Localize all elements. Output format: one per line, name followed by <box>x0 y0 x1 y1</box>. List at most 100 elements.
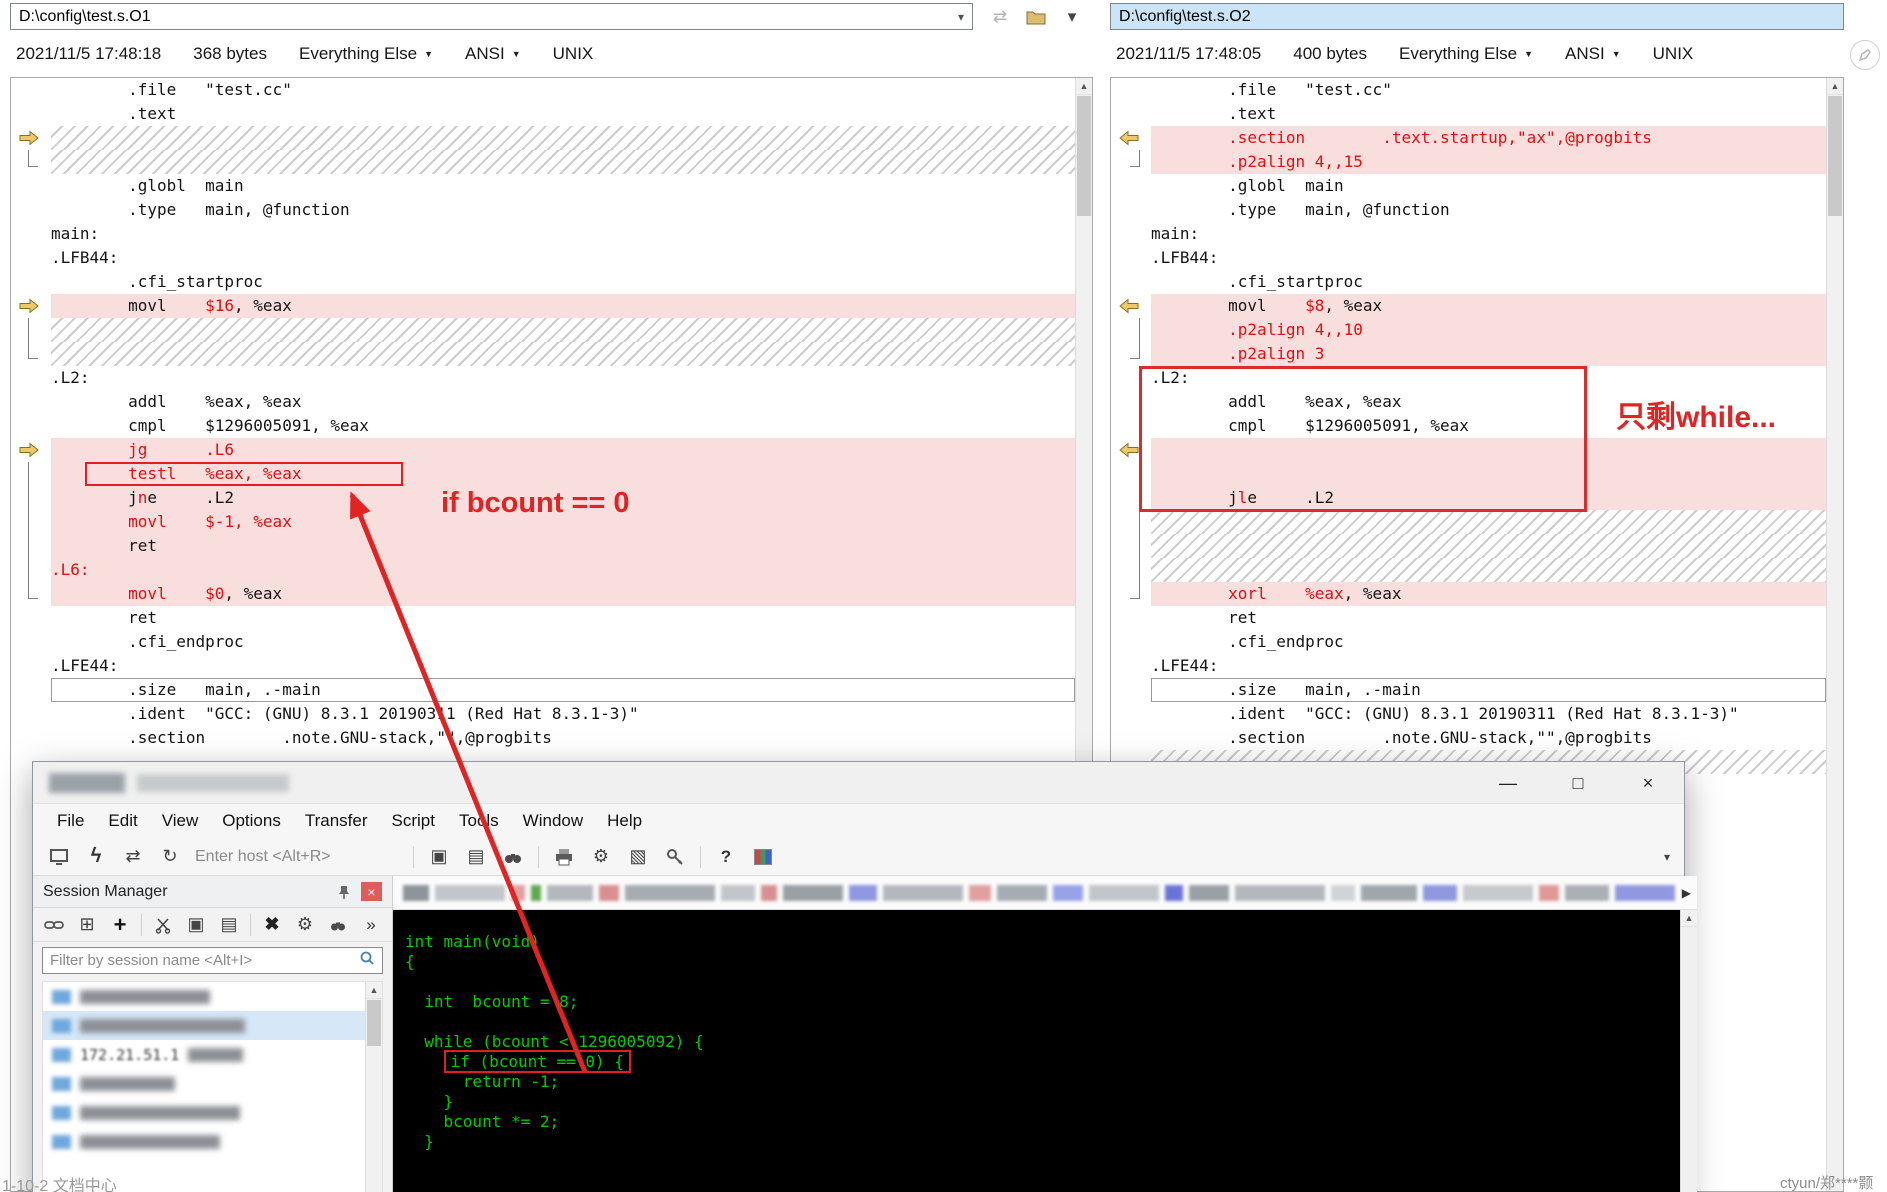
code-line[interactable]: movl $8, %eax <box>1111 294 1826 318</box>
code-line[interactable]: .type main, @function <box>11 198 1075 222</box>
code-line[interactable]: testl %eax, %eax <box>11 462 1075 486</box>
floating-widget-icon[interactable] <box>1850 40 1880 70</box>
code-line[interactable]: movl $0, %eax <box>11 582 1075 606</box>
code-line[interactable]: .text <box>1111 102 1826 126</box>
print-icon[interactable] <box>552 845 576 869</box>
menu-item-script[interactable]: Script <box>380 811 447 831</box>
cut-icon[interactable] <box>151 913 175 937</box>
blurred-terminal-tab[interactable] <box>547 884 593 901</box>
blurred-terminal-tab[interactable] <box>1189 884 1229 901</box>
code-line[interactable] <box>1111 558 1826 582</box>
blurred-terminal-tab[interactable] <box>1053 884 1083 901</box>
blurred-terminal-tab[interactable] <box>511 884 525 901</box>
blurred-terminal-tab[interactable] <box>1565 884 1609 901</box>
blurred-terminal-tab[interactable] <box>1615 884 1675 901</box>
scroll-up-icon[interactable]: ▲ <box>366 982 382 999</box>
code-line[interactable]: .section .text.startup,"ax",@progbits <box>1111 126 1826 150</box>
session-list-item[interactable] <box>43 982 365 1011</box>
toolbar-overflow-icon[interactable]: ▾ <box>1664 850 1670 864</box>
left-format-dropdown[interactable]: Everything Else ▼ <box>299 44 433 64</box>
maximize-button[interactable]: □ <box>1556 768 1600 798</box>
help-icon[interactable]: ? <box>714 845 738 869</box>
code-line[interactable]: .file "test.cc" <box>1111 78 1826 102</box>
blurred-terminal-tab[interactable] <box>1539 884 1559 901</box>
reconnect-icon[interactable]: ⇄ <box>121 845 145 869</box>
folder-open-icon[interactable] <box>1024 5 1048 29</box>
code-line[interactable]: .size main, .-main <box>11 678 1075 702</box>
minimize-button[interactable]: — <box>1486 768 1530 798</box>
find-icon[interactable] <box>501 845 525 869</box>
blurred-terminal-tab[interactable] <box>1331 884 1355 901</box>
scrollbar-thumb[interactable] <box>1828 96 1842 216</box>
code-line[interactable] <box>1111 510 1826 534</box>
code-line[interactable]: .text <box>11 102 1075 126</box>
code-line[interactable]: .type main, @function <box>1111 198 1826 222</box>
code-line[interactable]: .LFE44: <box>1111 654 1826 678</box>
more-icon[interactable]: » <box>359 913 383 937</box>
code-line[interactable] <box>11 318 1075 342</box>
color-scheme-icon[interactable] <box>751 845 775 869</box>
code-line[interactable]: .LFB44: <box>11 246 1075 270</box>
blurred-terminal-tab[interactable] <box>1463 884 1533 901</box>
code-line[interactable]: jle .L2 <box>1111 486 1826 510</box>
scroll-up-icon[interactable]: ▲ <box>1076 78 1092 95</box>
panel-close-button[interactable]: × <box>361 882 382 901</box>
code-line[interactable]: .cfi_endproc <box>1111 630 1826 654</box>
menu-item-tools[interactable]: Tools <box>447 811 511 831</box>
add-session-icon[interactable]: + <box>108 912 132 937</box>
terminal-screen[interactable]: int main(void){ int bcount = 8; while (b… <box>393 910 1697 1192</box>
blurred-terminal-tab[interactable] <box>997 884 1047 901</box>
menu-item-help[interactable]: Help <box>595 811 654 831</box>
session-list-scrollbar[interactable]: ▲ <box>365 982 382 1192</box>
code-line[interactable]: cmpl $1296005091, %eax <box>11 414 1075 438</box>
duplicate-session-icon[interactable]: ▣ <box>427 845 451 869</box>
code-line[interactable] <box>1111 462 1826 486</box>
blurred-terminal-tab[interactable] <box>599 884 619 901</box>
code-line[interactable]: .L2: <box>11 366 1075 390</box>
blurred-terminal-tab[interactable] <box>625 884 715 901</box>
blurred-terminal-tab[interactable] <box>1089 884 1159 901</box>
copy-icon[interactable]: ▣ <box>184 913 208 937</box>
find-session-icon[interactable] <box>326 913 350 937</box>
paste-icon[interactable]: ▤ <box>217 913 241 937</box>
blurred-terminal-tab[interactable] <box>883 884 963 901</box>
blurred-terminal-tab[interactable] <box>1235 884 1325 901</box>
scroll-up-icon[interactable]: ▲ <box>1681 910 1697 927</box>
left-file-path-combobox[interactable]: ▾ <box>10 3 973 30</box>
blurred-terminal-tab[interactable] <box>531 884 541 901</box>
menu-item-window[interactable]: Window <box>511 811 595 831</box>
session-filter-input[interactable] <box>50 952 359 969</box>
properties-gear-icon[interactable]: ⚙ <box>293 913 317 937</box>
code-line[interactable]: .p2align 4,,15 <box>1111 150 1826 174</box>
code-line[interactable]: .p2align 3 <box>1111 342 1826 366</box>
menu-item-file[interactable]: File <box>45 811 96 831</box>
right-encoding-dropdown[interactable]: ANSI ▼ <box>1565 44 1621 64</box>
menu-item-view[interactable]: View <box>150 811 211 831</box>
scroll-up-icon[interactable]: ▲ <box>1827 78 1843 95</box>
new-window-icon[interactable]: ⊞ <box>75 913 99 937</box>
code-line[interactable]: ret <box>11 606 1075 630</box>
new-session-icon[interactable] <box>47 845 71 869</box>
blurred-terminal-tab[interactable] <box>1165 884 1183 901</box>
code-line[interactable]: addl %eax, %eax <box>11 390 1075 414</box>
blurred-terminal-tab[interactable] <box>849 884 877 901</box>
folder-dropdown-icon[interactable]: ▾ <box>1060 5 1084 29</box>
code-line[interactable]: ret <box>11 534 1075 558</box>
right-file-path-input[interactable] <box>1119 7 1835 26</box>
left-encoding-dropdown[interactable]: ANSI ▼ <box>465 44 521 64</box>
code-line[interactable] <box>11 150 1075 174</box>
code-line[interactable]: .file "test.cc" <box>11 78 1075 102</box>
code-line[interactable]: .section .note.GNU-stack,"",@progbits <box>1111 726 1826 750</box>
right-file-path-combobox[interactable] <box>1110 3 1844 30</box>
code-line[interactable]: main: <box>1111 222 1826 246</box>
code-line[interactable]: ret <box>1111 606 1826 630</box>
code-line[interactable]: .globl main <box>1111 174 1826 198</box>
blurred-terminal-tab[interactable] <box>403 884 429 901</box>
code-line[interactable] <box>11 342 1075 366</box>
code-line[interactable] <box>11 126 1075 150</box>
code-line[interactable]: .cfi_startproc <box>11 270 1075 294</box>
code-line[interactable]: .globl main <box>11 174 1075 198</box>
code-line[interactable]: .LFB44: <box>1111 246 1826 270</box>
blurred-terminal-tab[interactable] <box>783 884 843 901</box>
code-line[interactable]: .cfi_endproc <box>11 630 1075 654</box>
